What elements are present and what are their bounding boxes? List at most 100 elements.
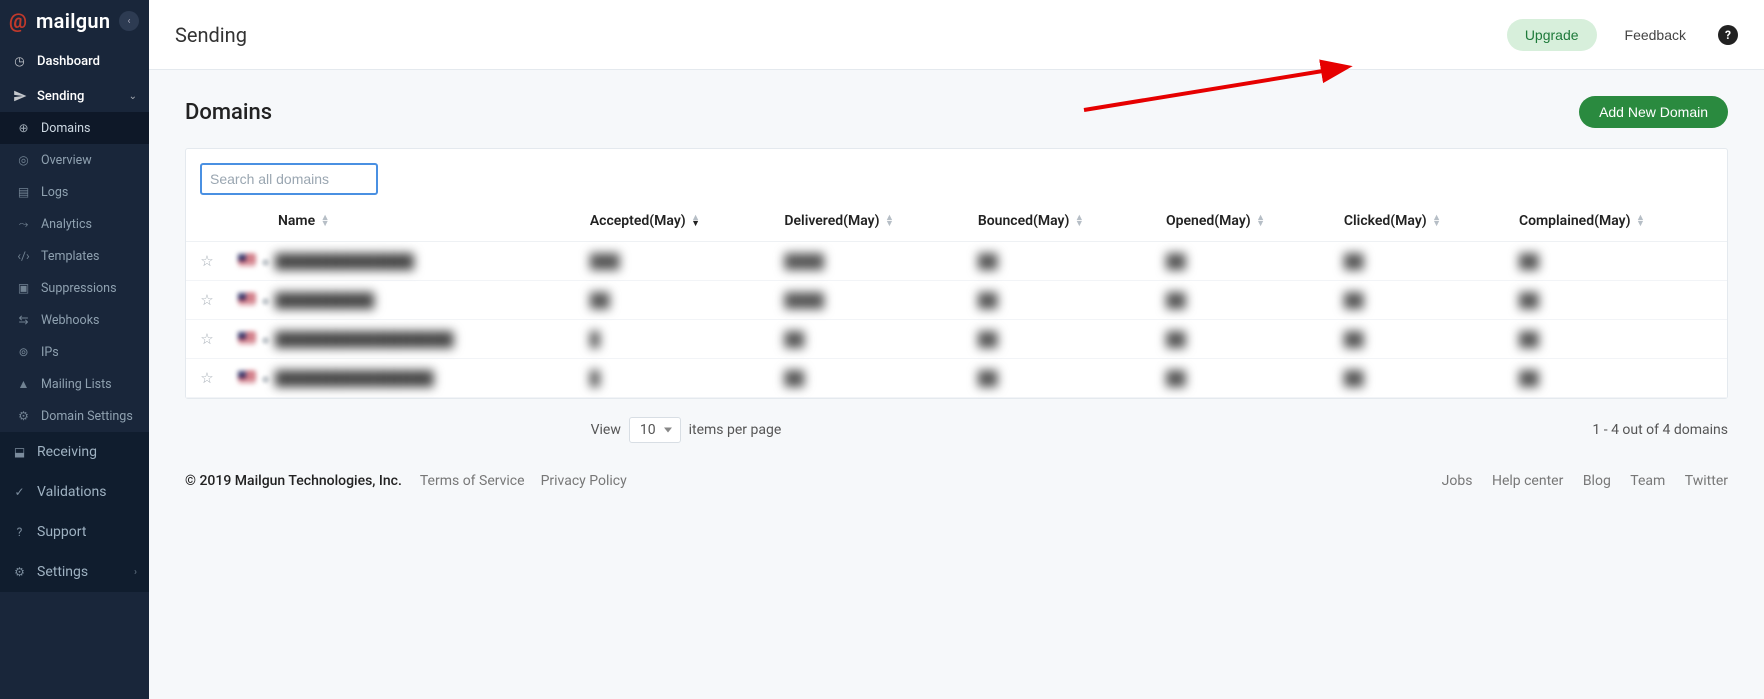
- sidebar-item-domains[interactable]: ⊕ Domains: [0, 112, 149, 144]
- table-row[interactable]: ☆█████████████████████████████: [186, 320, 1727, 359]
- sort-icon: ▲▼: [1636, 215, 1645, 227]
- footer-link-twitter[interactable]: Twitter: [1685, 473, 1728, 489]
- sidebar-item-label: Domain Settings: [41, 409, 133, 424]
- sort-icon: ▲▼: [1075, 215, 1084, 227]
- sidebar-item-logs[interactable]: ▤ Logs: [0, 176, 149, 208]
- footer-link-blog[interactable]: Blog: [1583, 473, 1611, 489]
- cell-bounced: ██: [978, 292, 1018, 309]
- flag-icon: [238, 332, 256, 344]
- gauge-icon: ◷: [12, 54, 27, 69]
- status-dot-icon: [262, 376, 269, 383]
- search-input[interactable]: [200, 163, 378, 195]
- col-accepted[interactable]: Accepted(May) ▲▼: [580, 201, 775, 242]
- logo-at-icon: @: [6, 9, 30, 33]
- sidebar-item-templates[interactable]: ‹/› Templates: [0, 240, 149, 272]
- brand-logo[interactable]: @ mailgun ‹: [0, 0, 149, 42]
- table-header-row: Name ▲▼ Accepted(May) ▲▼ Delivered(May) …: [186, 201, 1727, 242]
- topbar: Sending Upgrade Feedback ?: [149, 0, 1764, 70]
- feedback-button[interactable]: Feedback: [1607, 19, 1704, 51]
- col-clicked[interactable]: Clicked(May) ▲▼: [1334, 201, 1509, 242]
- flag-icon: [238, 371, 256, 383]
- cell-complained: ██: [1519, 331, 1559, 348]
- sidebar-item-dashboard[interactable]: ◷ Dashboard: [0, 45, 149, 77]
- sidebar-collapse-button[interactable]: ‹: [119, 11, 139, 31]
- star-icon[interactable]: ☆: [200, 252, 213, 270]
- sidebar-item-validations[interactable]: ✓ Validations: [0, 472, 149, 512]
- cell-opened: ██: [1166, 370, 1206, 387]
- star-icon[interactable]: ☆: [200, 369, 213, 387]
- topbar-title: Sending: [175, 23, 247, 47]
- status-dot-icon: [262, 298, 269, 305]
- footer-link-jobs[interactable]: Jobs: [1442, 473, 1473, 489]
- pager-view-label: View: [591, 422, 621, 438]
- cell-opened: ██: [1166, 253, 1206, 270]
- col-opened[interactable]: Opened(May) ▲▼: [1156, 201, 1334, 242]
- col-bounced[interactable]: Bounced(May) ▲▼: [968, 201, 1156, 242]
- help-icon: ?: [12, 525, 27, 540]
- table-row[interactable]: ☆█████████████████████████████: [186, 242, 1727, 281]
- sidebar-item-label: Domains: [41, 121, 91, 136]
- cell-delivered: ██: [784, 370, 824, 387]
- col-delivered[interactable]: Delivered(May) ▲▼: [774, 201, 967, 242]
- sort-icon: ▲▼: [321, 215, 330, 227]
- domain-name: ████████████████: [275, 370, 435, 387]
- sidebar-item-support[interactable]: ? Support: [0, 512, 149, 552]
- sidebar-item-receiving[interactable]: ⬓ Receiving: [0, 432, 149, 472]
- page-title: Domains: [185, 100, 272, 125]
- add-new-domain-button[interactable]: Add New Domain: [1579, 96, 1728, 128]
- sidebar-item-domain-settings[interactable]: ⚙ Domain Settings: [0, 400, 149, 432]
- footer-link-privacy[interactable]: Privacy Policy: [541, 473, 627, 489]
- col-name[interactable]: Name ▲▼: [228, 201, 580, 242]
- cell-accepted: ███: [590, 253, 630, 270]
- star-icon[interactable]: ☆: [200, 291, 213, 309]
- doc-icon: ▤: [16, 185, 31, 200]
- chevron-right-icon: ›: [134, 567, 137, 578]
- chart-icon: ⤳: [16, 217, 31, 232]
- status-dot-icon: [262, 337, 269, 344]
- cell-delivered: ████: [784, 253, 824, 270]
- footer-link-terms[interactable]: Terms of Service: [420, 473, 525, 489]
- help-icon[interactable]: ?: [1718, 25, 1738, 45]
- footer-link-team[interactable]: Team: [1630, 473, 1665, 489]
- cell-accepted: █: [590, 331, 630, 348]
- cell-bounced: ██: [978, 331, 1018, 348]
- sidebar-item-mailing-lists[interactable]: ▲ Mailing Lists: [0, 368, 149, 400]
- code-icon: ‹/›: [16, 249, 31, 264]
- page-header: Domains Add New Domain: [185, 96, 1728, 128]
- ip-icon: ⊚: [16, 345, 31, 360]
- sidebar-item-overview[interactable]: ◎ Overview: [0, 144, 149, 176]
- footer-link-help[interactable]: Help center: [1492, 473, 1563, 489]
- cell-accepted: █: [590, 370, 630, 387]
- sidebar: @ mailgun ‹ ◷ Dashboard Sending ⌄ ⊕ Doma…: [0, 0, 149, 699]
- sidebar-item-label: Webhooks: [41, 313, 99, 328]
- per-page-select[interactable]: 10: [629, 417, 681, 443]
- sidebar-item-sending[interactable]: Sending ⌄: [0, 80, 149, 112]
- cell-clicked: ██: [1344, 370, 1384, 387]
- sort-icon: ▲▼: [1256, 215, 1265, 227]
- sidebar-item-label: Receiving: [37, 444, 97, 460]
- sidebar-item-suppressions[interactable]: ▣ Suppressions: [0, 272, 149, 304]
- sidebar-item-webhooks[interactable]: ⇆ Webhooks: [0, 304, 149, 336]
- sidebar-item-label: Sending: [37, 89, 84, 104]
- sidebar-item-label: Mailing Lists: [41, 377, 112, 392]
- cell-bounced: ██: [978, 253, 1018, 270]
- table-row[interactable]: ☆████████████████████████: [186, 281, 1727, 320]
- cell-opened: ██: [1166, 292, 1206, 309]
- cell-delivered: ██: [784, 331, 824, 348]
- table-row[interactable]: ☆███████████████████████████: [186, 359, 1727, 398]
- sidebar-item-ips[interactable]: ⊚ IPs: [0, 336, 149, 368]
- domain-name: ██████████████: [275, 253, 435, 270]
- gear-icon: ⚙: [16, 409, 31, 424]
- star-icon[interactable]: ☆: [200, 330, 213, 348]
- sort-icon: ▲▼: [885, 215, 894, 227]
- col-complained[interactable]: Complained(May) ▲▼: [1509, 201, 1727, 242]
- page-content: Domains Add New Domain Name ▲▼ Accepte: [149, 70, 1764, 455]
- gear-icon: ⚙: [12, 565, 27, 580]
- cell-clicked: ██: [1344, 292, 1384, 309]
- sidebar-item-settings[interactable]: ⚙ Settings ›: [0, 552, 149, 592]
- upgrade-button[interactable]: Upgrade: [1507, 19, 1597, 51]
- domains-table: Name ▲▼ Accepted(May) ▲▼ Delivered(May) …: [186, 201, 1727, 398]
- stop-icon: ▣: [16, 281, 31, 296]
- sidebar-item-analytics[interactable]: ⤳ Analytics: [0, 208, 149, 240]
- sidebar-item-label: Overview: [41, 153, 92, 168]
